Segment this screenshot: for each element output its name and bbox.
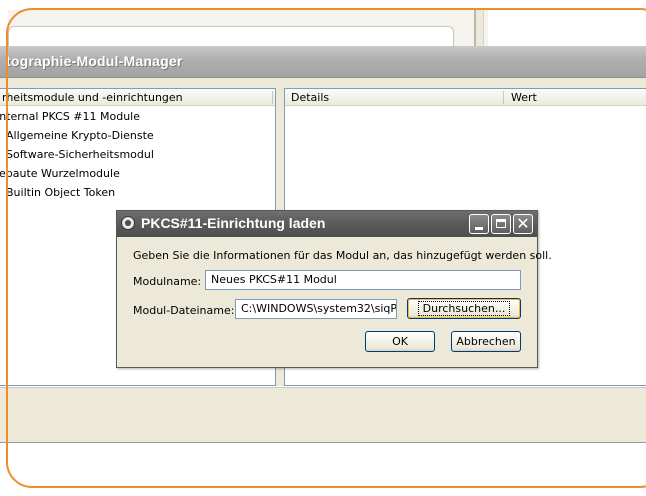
dialog-body: Geben Sie die Informationen für das Modu… [117, 237, 552, 367]
dialog-instructions: Geben Sie die Informationen für das Modu… [133, 249, 552, 262]
app-icon [121, 216, 135, 230]
module-filename-input[interactable]: C:\WINDOWS\system32\siqP [235, 299, 397, 319]
module-name-input[interactable]: Neues PKCS#11 Modul [205, 270, 521, 290]
dialog-titlebar[interactable]: PKCS#11-Einrichtung laden ✕ [117, 211, 537, 237]
cancel-button[interactable]: Abbrechen [451, 331, 521, 352]
main-bottom-bar [0, 386, 646, 443]
minimize-icon[interactable] [469, 214, 489, 234]
tree-item-label: Internal PKCS #11 Module [0, 110, 141, 123]
background-right-panel [488, 10, 646, 50]
tree-item[interactable]: Builtin Object Token [0, 183, 275, 202]
column-separator [272, 91, 273, 104]
tree-item[interactable]: Software-Sicherheitsmodul [0, 145, 275, 164]
column-separator [503, 91, 504, 104]
module-name-label: Modulname: [133, 275, 202, 288]
background-splitter[interactable] [474, 10, 484, 50]
dialog-title: PKCS#11-Einrichtung laden [141, 215, 326, 231]
background-panel [8, 26, 454, 46]
close-glyph: ✕ [516, 214, 530, 233]
screenshot-frame: tographie-Modul-Manager rheitsmodule und… [0, 0, 646, 496]
load-device-dialog: PKCS#11-Einrichtung laden ✕ Geben Sie di… [116, 210, 552, 368]
close-icon[interactable]: ✕ [513, 214, 533, 234]
tree-item-label: Builtin Object Token [6, 186, 116, 199]
tree-list: Internal PKCS #11 Module Allgemeine Kryp… [0, 106, 275, 202]
desktop-area [0, 442, 646, 496]
module-filename-label: Modul-Dateiname: [133, 304, 235, 317]
tree-column-header-label: rheitsmodule und -einrichtungen [2, 91, 183, 104]
browse-button-label: Durchsuchen... [417, 301, 511, 316]
main-titlebar[interactable]: tographie-Modul-Manager [0, 46, 646, 78]
column-header-wert[interactable]: Wert [511, 89, 537, 106]
tree-item[interactable]: ebaute Wurzelmodule [0, 164, 275, 183]
maximize-icon[interactable] [491, 214, 511, 234]
ok-button[interactable]: OK [365, 331, 435, 352]
tree-item-label: Software-Sicherheitsmodul [6, 148, 154, 161]
main-window-title: tographie-Modul-Manager [6, 53, 183, 69]
tree-column-header[interactable]: rheitsmodule und -einrichtungen [0, 89, 275, 106]
column-header-details[interactable]: Details [291, 89, 329, 106]
browse-button[interactable]: Durchsuchen... [407, 298, 521, 319]
details-header: Details Wert [285, 89, 646, 106]
tree-item[interactable]: Allgemeine Krypto-Dienste [0, 126, 275, 145]
tree-item[interactable]: Internal PKCS #11 Module [0, 107, 275, 126]
tree-item-label: Allgemeine Krypto-Dienste [6, 129, 154, 142]
tree-item-label: ebaute Wurzelmodule [0, 167, 120, 180]
